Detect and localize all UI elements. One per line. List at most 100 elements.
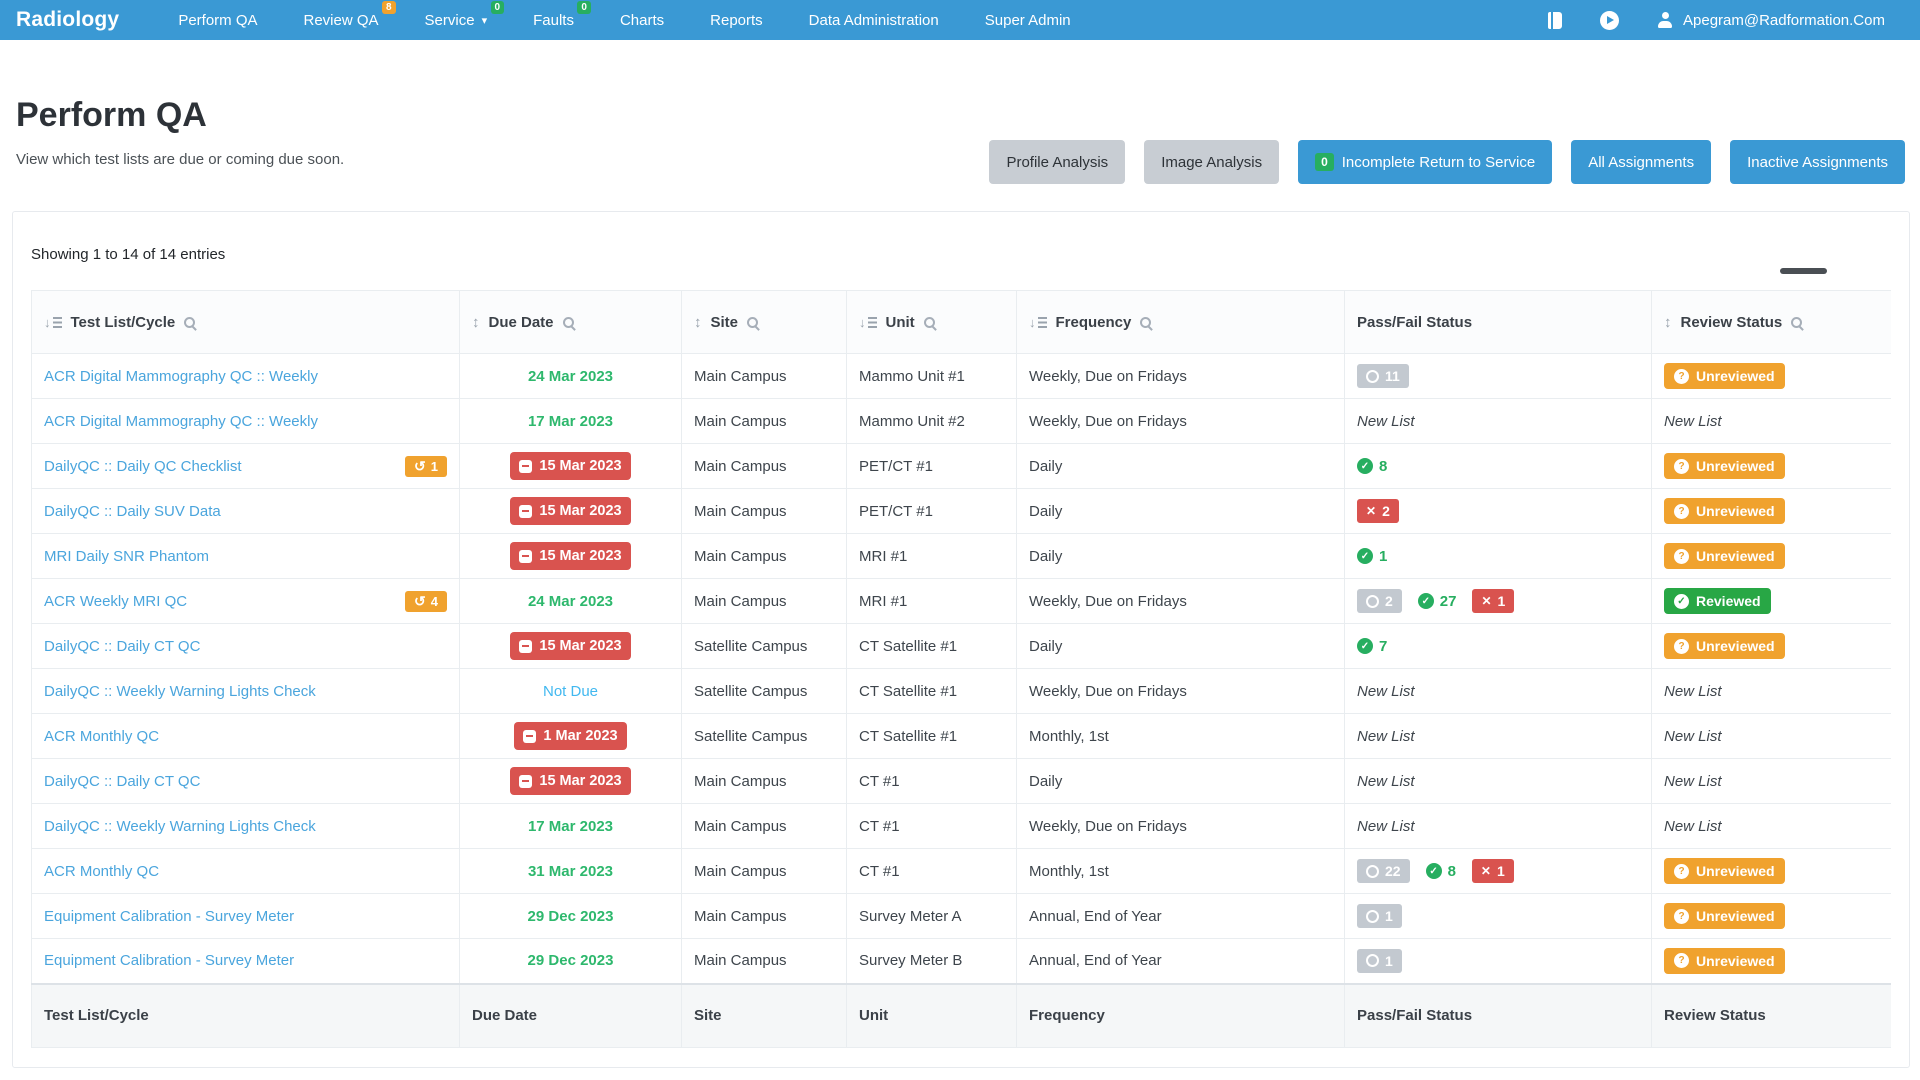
cell-unit: CT #1 [847, 759, 1017, 804]
nav-item-review-qa[interactable]: Review QA8 [281, 0, 402, 40]
pass-count-badge[interactable]: ✓8 [1426, 863, 1456, 880]
unreviewed-badge[interactable]: ?Unreviewed [1664, 363, 1785, 389]
unreviewed-badge[interactable]: ?Unreviewed [1664, 498, 1785, 524]
nav-item-reports[interactable]: Reports [687, 0, 786, 40]
not-performed-count-badge[interactable]: 1 [1357, 904, 1402, 928]
history-count-badge[interactable]: ↺1 [405, 456, 447, 477]
table-row: ACR Digital Mammography QC :: Weekly24 M… [32, 354, 1892, 399]
unreviewed-badge[interactable]: ?Unreviewed [1664, 903, 1785, 929]
unreviewed-badge[interactable]: ?Unreviewed [1664, 453, 1785, 479]
cell-site: Main Campus [682, 444, 847, 489]
sort-amount-icon[interactable] [44, 317, 62, 328]
sort-updown-icon[interactable]: ↕ [1664, 314, 1672, 331]
nav-item-service[interactable]: Service▾0 [402, 0, 511, 40]
test-list-link[interactable]: DailyQC :: Daily QC Checklist [44, 458, 242, 475]
test-cell-wrap: ACR Weekly MRI QC ↺4 [44, 591, 447, 612]
reviewed-badge[interactable]: ✓Reviewed [1664, 588, 1771, 614]
column-header-site[interactable]: ↕Site [682, 291, 847, 354]
test-list-link[interactable]: ACR Monthly QC [44, 863, 159, 880]
fail-count-badge[interactable]: ✕1 [1472, 859, 1514, 883]
inactive-assignments-button[interactable]: Inactive Assignments [1730, 140, 1905, 184]
unreviewed-badge[interactable]: ?Unreviewed [1664, 858, 1785, 884]
test-list-link[interactable]: ACR Digital Mammography QC :: Weekly [44, 368, 318, 385]
column-header-test-list-cycle[interactable]: Test List/Cycle [32, 291, 460, 354]
unreviewed-badge[interactable]: ?Unreviewed [1664, 543, 1785, 569]
search-icon[interactable] [563, 317, 574, 328]
search-icon[interactable] [1791, 317, 1802, 328]
incomplete-return-to-service-button[interactable]: 0Incomplete Return to Service [1298, 140, 1552, 184]
cell-pass-fail: 11 [1345, 354, 1652, 399]
history-count-badge[interactable]: ↺4 [405, 591, 447, 612]
not-performed-count-badge[interactable]: 22 [1357, 859, 1410, 883]
sort-amount-icon[interactable] [859, 317, 877, 328]
nav-item-super-admin[interactable]: Super Admin [962, 0, 1094, 40]
page-subtitle: View which test lists are due or coming … [16, 151, 344, 168]
user-menu[interactable]: Apegram@Radformation.Com [1657, 12, 1885, 29]
new-list-label: New List [1664, 773, 1722, 790]
unreviewed-badge[interactable]: ?Unreviewed [1664, 948, 1785, 974]
fail-count-badge[interactable]: ✕2 [1357, 499, 1399, 523]
pass-count-badge[interactable]: ✓27 [1418, 593, 1457, 610]
column-header-frequency[interactable]: Frequency [1017, 291, 1345, 354]
search-icon[interactable] [747, 317, 758, 328]
fail-count-badge[interactable]: ✕1 [1472, 589, 1514, 613]
count: 27 [1440, 593, 1457, 610]
test-list-link[interactable]: ACR Digital Mammography QC :: Weekly [44, 413, 318, 430]
search-icon[interactable] [184, 317, 195, 328]
pass-fail-badges: ✓1 [1357, 548, 1639, 565]
count: 11 [1385, 368, 1400, 384]
docs-book-icon[interactable] [1548, 12, 1562, 29]
pass-count-badge[interactable]: ✓1 [1357, 548, 1387, 565]
cell-pass-fail: 1 [1345, 894, 1652, 939]
cell-due-date: 15 Mar 2023 [460, 534, 682, 579]
column-header-unit[interactable]: Unit [847, 291, 1017, 354]
unreviewed-badge[interactable]: ?Unreviewed [1664, 633, 1785, 659]
test-list-link[interactable]: DailyQC :: Weekly Warning Lights Check [44, 683, 316, 700]
sort-amount-icon[interactable] [1029, 317, 1047, 328]
app-brand[interactable]: Radiology [16, 8, 119, 32]
nav-item-charts[interactable]: Charts [597, 0, 687, 40]
sort-updown-icon[interactable]: ↕ [694, 314, 702, 331]
overdue-date-badge: 15 Mar 2023 [510, 497, 630, 525]
test-cell-wrap: ACR Digital Mammography QC :: Weekly [44, 413, 447, 430]
test-list-link[interactable]: Equipment Calibration - Survey Meter [44, 908, 294, 925]
nav-item-data-administration[interactable]: Data Administration [786, 0, 962, 40]
cell-review-status: ✓Reviewed [1652, 579, 1892, 624]
test-list-link[interactable]: Equipment Calibration - Survey Meter [44, 952, 294, 969]
pass-count-badge[interactable]: ✓7 [1357, 638, 1387, 655]
nav-item-faults[interactable]: Faults0 [510, 0, 597, 40]
image-analysis-button[interactable]: Image Analysis [1144, 140, 1279, 184]
new-list-label: New List [1357, 728, 1415, 745]
horizontal-scrollbar-thumb[interactable] [1780, 268, 1827, 274]
pass-count-badge[interactable]: ✓8 [1357, 458, 1387, 475]
not-performed-count-badge[interactable]: 1 [1357, 949, 1402, 973]
test-list-link[interactable]: ACR Monthly QC [44, 728, 159, 745]
count: 1 [1498, 593, 1506, 609]
cell-site: Main Campus [682, 759, 847, 804]
not-performed-count-badge[interactable]: 11 [1357, 364, 1409, 388]
test-cell-wrap: ACR Digital Mammography QC :: Weekly [44, 368, 447, 385]
test-list-link[interactable]: DailyQC :: Daily CT QC [44, 638, 200, 655]
not-performed-count-badge[interactable]: 2 [1357, 589, 1402, 613]
cell-frequency: Daily [1017, 759, 1345, 804]
table-row: ACR Weekly MRI QC↺424 Mar 2023Main Campu… [32, 579, 1892, 624]
test-list-link[interactable]: DailyQC :: Daily SUV Data [44, 503, 221, 520]
test-list-link[interactable]: DailyQC :: Weekly Warning Lights Check [44, 818, 316, 835]
profile-analysis-button[interactable]: Profile Analysis [989, 140, 1125, 184]
cell-review-status: ?Unreviewed [1652, 894, 1892, 939]
calendar-minus-icon [519, 640, 532, 653]
search-icon[interactable] [1140, 317, 1151, 328]
all-assignments-button[interactable]: All Assignments [1571, 140, 1711, 184]
nav-item-perform-qa[interactable]: Perform QA [155, 0, 280, 40]
sort-updown-icon[interactable]: ↕ [472, 314, 480, 331]
test-list-link[interactable]: ACR Weekly MRI QC [44, 593, 187, 610]
column-header-due-date[interactable]: ↕Due Date [460, 291, 682, 354]
nav-menu: Perform QAReview QA8Service▾0Faults0Char… [155, 0, 1093, 40]
search-icon[interactable] [924, 317, 935, 328]
column-header-review-status[interactable]: ↕Review Status [1652, 291, 1892, 354]
test-list-link[interactable]: MRI Daily SNR Phantom [44, 548, 209, 565]
cell-frequency: Monthly, 1st [1017, 849, 1345, 894]
cell-frequency: Weekly, Due on Fridays [1017, 579, 1345, 624]
test-list-link[interactable]: DailyQC :: Daily CT QC [44, 773, 200, 790]
tutorial-play-icon[interactable] [1600, 11, 1619, 30]
